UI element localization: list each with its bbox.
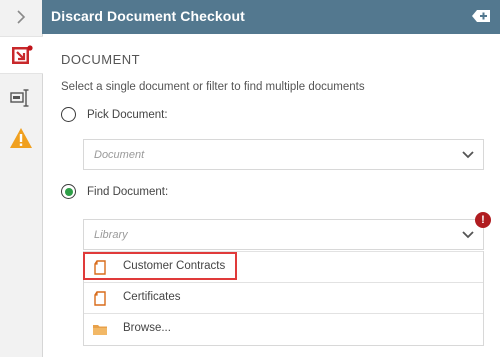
folder-icon	[93, 325, 107, 335]
radio-selected-dot	[64, 187, 73, 196]
pick-document-option[interactable]: Pick Document:	[61, 107, 168, 122]
document-select[interactable]: Document	[83, 139, 484, 170]
find-document-option[interactable]: Find Document:	[61, 184, 168, 199]
add-icon	[472, 10, 490, 22]
pick-document-label: Pick Document:	[87, 108, 168, 121]
highlight-box	[83, 252, 237, 280]
document-checkout-icon	[11, 45, 33, 64]
add-button[interactable]	[468, 6, 494, 26]
library-select-placeholder: Library	[94, 229, 128, 241]
find-document-label: Find Document:	[87, 185, 169, 198]
dropdown-item-label: Browse...	[123, 322, 171, 334]
library-select[interactable]: Library	[83, 219, 484, 250]
rail-item-document-checkout[interactable]	[0, 36, 43, 74]
chevron-down-icon	[462, 231, 474, 239]
section-heading: DOCUMENT	[61, 52, 141, 67]
expand-button[interactable]	[0, 0, 42, 34]
rail-item-warning[interactable]	[0, 120, 42, 156]
dropdown-item-label: Certificates	[123, 291, 181, 303]
rail-item-text-field[interactable]	[0, 80, 42, 116]
panel-title: Discard Document Checkout	[51, 8, 245, 24]
text-field-icon	[10, 89, 29, 107]
dropdown-item-certificates[interactable]: Certificates	[84, 282, 483, 314]
pick-document-radio[interactable]	[61, 107, 76, 122]
warning-icon	[10, 128, 32, 148]
find-document-radio[interactable]	[61, 184, 76, 199]
section-description: Select a single document or filter to fi…	[61, 81, 365, 93]
chevron-down-icon	[462, 151, 474, 159]
dropdown-item-browse[interactable]: Browse...	[84, 313, 483, 345]
chevron-right-icon	[17, 10, 26, 24]
error-icon: !	[475, 212, 491, 228]
document-select-placeholder: Document	[94, 149, 145, 161]
panel-header: Discard Document Checkout	[42, 0, 500, 34]
left-rail	[0, 0, 43, 357]
document-icon	[94, 291, 106, 306]
